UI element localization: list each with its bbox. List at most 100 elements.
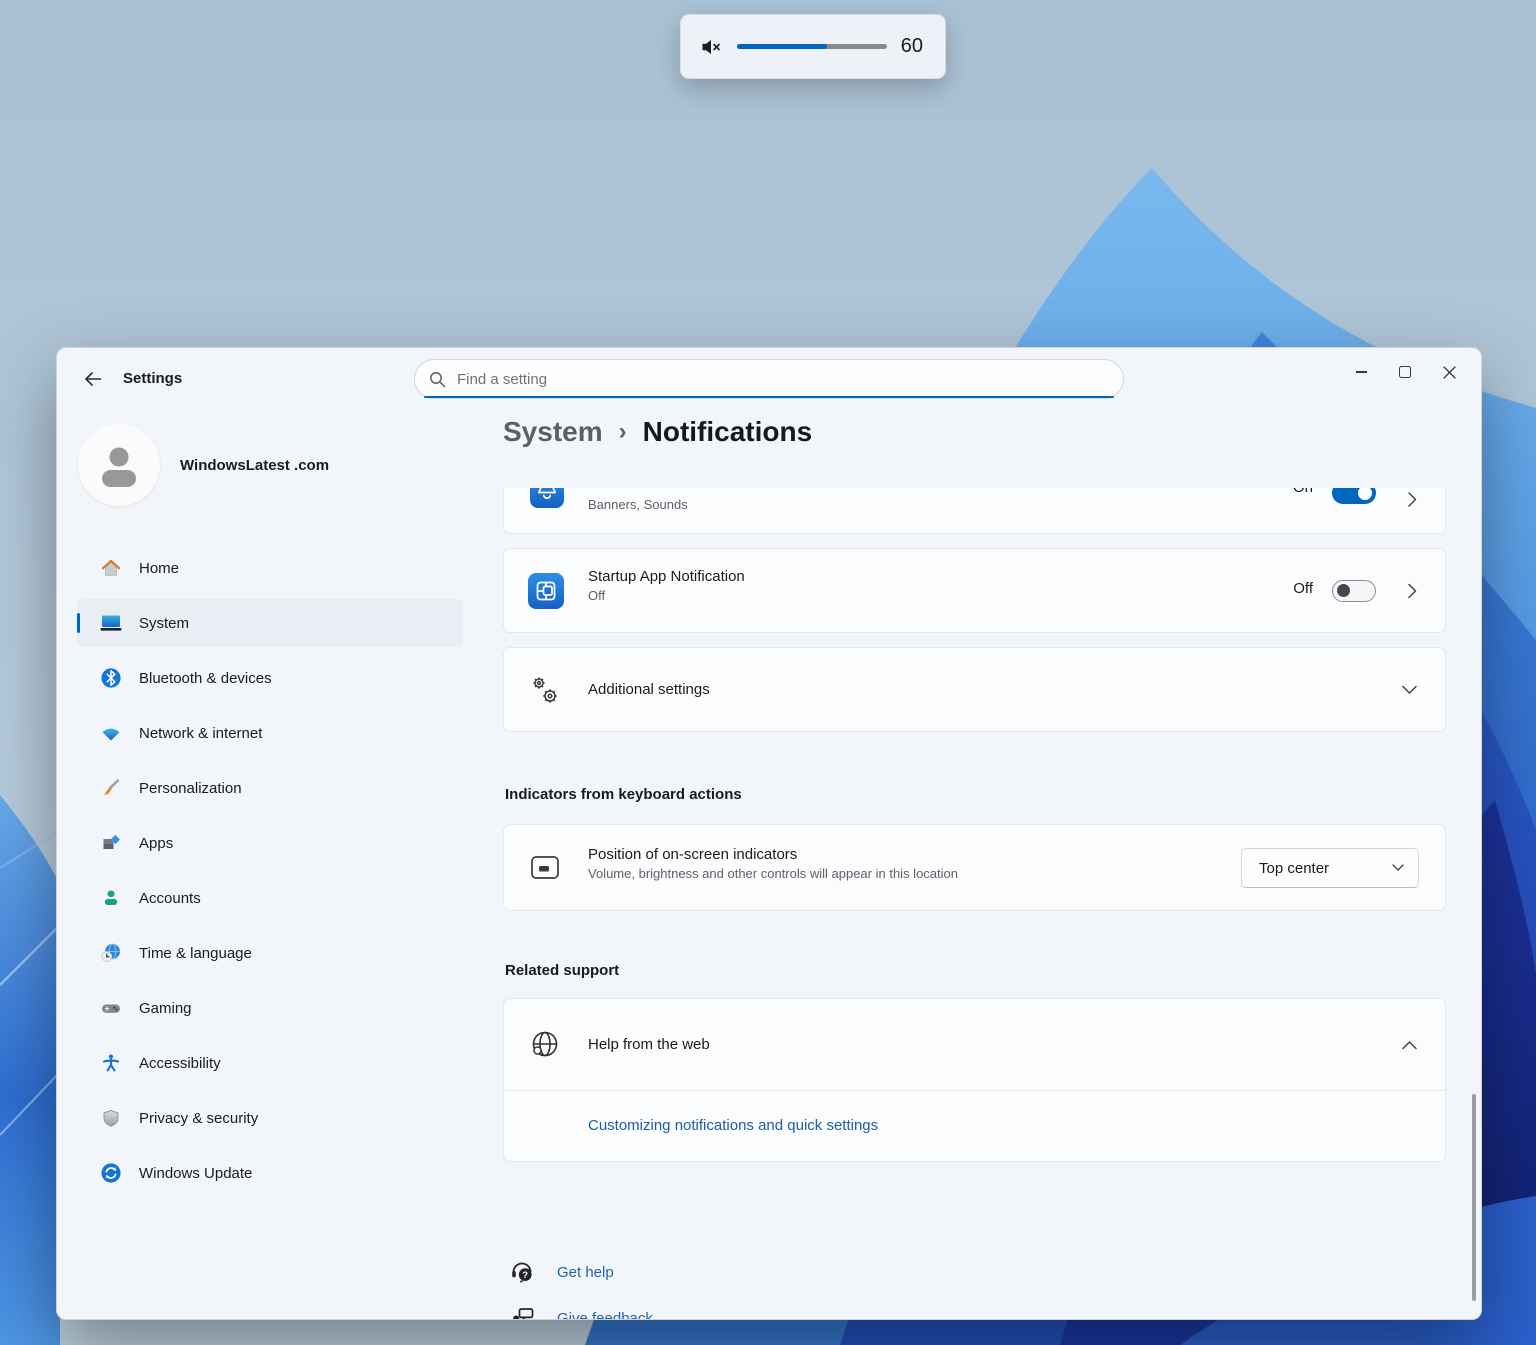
person-icon — [93, 439, 145, 491]
muted-speaker-icon — [699, 36, 723, 58]
minimize-icon — [1356, 371, 1367, 372]
sidebar-item-apps[interactable]: Apps — [77, 819, 463, 867]
back-arrow-icon — [84, 371, 102, 387]
position-indicators-card: Position of on-screen indicators Volume,… — [503, 824, 1446, 911]
breadcrumb-parent[interactable]: System — [503, 416, 603, 448]
window-controls — [1339, 354, 1471, 390]
network-icon — [99, 721, 123, 745]
help-from-web-expander[interactable]: Help from the web — [504, 999, 1445, 1090]
sidebar-item-accounts[interactable]: Accounts — [77, 874, 463, 922]
user-profile[interactable]: WindowsLatest .com — [78, 424, 329, 506]
volume-slider[interactable] — [737, 44, 887, 49]
close-icon — [1443, 366, 1456, 379]
search-input[interactable] — [455, 370, 1109, 389]
sidebar-item-home[interactable]: Home — [77, 544, 463, 592]
sidebar-item-time-language[interactable]: Time & language — [77, 929, 463, 977]
sidebar-item-label: System — [139, 615, 189, 632]
get-help-link[interactable]: ? Get help — [509, 1260, 614, 1285]
chevron-down-icon — [1402, 685, 1417, 694]
notifications-card-subtitle: Banners, Sounds — [588, 497, 688, 512]
startup-toggle[interactable] — [1332, 580, 1376, 602]
position-card-title: Position of on-screen indicators — [588, 846, 958, 863]
search-box — [414, 359, 1124, 399]
sidebar-item-label: Apps — [139, 835, 173, 852]
sidebar-item-windows-update[interactable]: Windows Update — [77, 1149, 463, 1197]
startup-card-subtitle: Off — [588, 588, 745, 603]
sidebar-item-network-internet[interactable]: Network & internet — [77, 709, 463, 757]
sidebar-item-gaming[interactable]: Gaming — [77, 984, 463, 1032]
get-help-icon: ? — [509, 1260, 535, 1285]
additional-settings-title: Additional settings — [588, 681, 710, 698]
notifications-bell-icon — [530, 488, 564, 508]
sidebar-item-bluetooth-devices[interactable]: Bluetooth & devices — [77, 654, 463, 702]
startup-toggle-label: Off — [1293, 580, 1313, 597]
volume-value: 60 — [901, 35, 923, 58]
sidebar-item-system[interactable]: System — [77, 599, 463, 647]
gaming-icon — [99, 996, 123, 1020]
sidebar-item-accessibility[interactable]: Accessibility — [77, 1039, 463, 1087]
apps-icon — [99, 831, 123, 855]
home-icon — [99, 556, 123, 580]
chevron-right-icon — [1408, 583, 1417, 598]
startup-card-title: Startup App Notification — [588, 568, 745, 585]
desktop: 60 Settings — [0, 0, 1536, 1345]
position-dropdown-value: Top center — [1259, 860, 1329, 877]
gears-icon — [528, 673, 564, 709]
give-feedback-link[interactable]: Give feedback — [509, 1306, 653, 1320]
volume-slider-fill — [737, 44, 827, 49]
get-help-label: Get help — [557, 1264, 614, 1281]
minimize-button[interactable] — [1339, 354, 1383, 390]
maximize-icon — [1399, 366, 1411, 378]
sidebar-item-label: Personalization — [139, 780, 242, 797]
chevron-down-icon — [1392, 864, 1404, 872]
startup-app-icon — [528, 573, 564, 609]
section-support-header: Related support — [505, 962, 619, 979]
sidebar-item-label: Network & internet — [139, 725, 262, 742]
additional-settings-card[interactable]: Additional settings — [503, 647, 1446, 732]
window-title: Settings — [123, 370, 182, 387]
startup-app-notification-card[interactable]: Startup App Notification Off Off — [503, 548, 1446, 633]
give-feedback-icon — [509, 1306, 537, 1320]
give-feedback-label: Give feedback — [557, 1310, 653, 1320]
back-button[interactable] — [77, 364, 109, 394]
notifications-card[interactable]: Banners, Sounds On — [503, 488, 1446, 534]
toggle-knob — [1337, 584, 1350, 597]
close-button[interactable] — [1427, 354, 1471, 390]
customizing-notifications-link[interactable]: Customizing notifications and quick sett… — [588, 1117, 878, 1134]
breadcrumb: System › Notifications — [503, 416, 812, 448]
privacy-security-icon — [99, 1106, 123, 1130]
time-language-icon — [99, 941, 123, 965]
avatar — [78, 424, 160, 506]
page-title: Notifications — [643, 416, 813, 448]
globe-search-icon — [528, 1027, 562, 1061]
sidebar-item-privacy-security[interactable]: Privacy & security — [77, 1094, 463, 1142]
system-icon — [99, 611, 123, 635]
sidebar-item-personalization[interactable]: Personalization — [77, 764, 463, 812]
chevron-up-icon — [1402, 1040, 1417, 1049]
accounts-icon — [99, 886, 123, 910]
personalization-icon — [99, 776, 123, 800]
help-card-title: Help from the web — [588, 1036, 710, 1053]
sidebar-item-label: Accounts — [139, 890, 201, 907]
chevron-right-icon — [1408, 492, 1417, 507]
position-card-subtitle: Volume, brightness and other controls wi… — [588, 866, 958, 881]
help-from-web-card: Help from the web Customizing notificati… — [503, 998, 1446, 1162]
search-icon — [429, 371, 446, 388]
section-indicators-header: Indicators from keyboard actions — [505, 786, 742, 803]
bluetooth-icon — [99, 666, 123, 690]
on-screen-indicator-icon — [528, 852, 562, 884]
maximize-button[interactable] — [1383, 354, 1427, 390]
breadcrumb-separator: › — [619, 418, 627, 446]
startup-card-text: Startup App Notification Off — [588, 568, 745, 603]
toggle-knob — [1358, 488, 1372, 500]
scrollbar-thumb[interactable] — [1472, 1094, 1476, 1301]
sidebar-item-label: Gaming — [139, 1000, 192, 1017]
settings-window: Settings — [56, 347, 1482, 1320]
sidebar-item-label: Accessibility — [139, 1055, 221, 1072]
svg-text:?: ? — [522, 1270, 528, 1281]
windows-update-icon — [99, 1161, 123, 1185]
notifications-toggle[interactable] — [1332, 488, 1376, 504]
position-dropdown[interactable]: Top center — [1241, 848, 1419, 888]
sidebar: WindowsLatest .com Home System — [57, 404, 481, 1319]
accessibility-icon — [99, 1051, 123, 1075]
